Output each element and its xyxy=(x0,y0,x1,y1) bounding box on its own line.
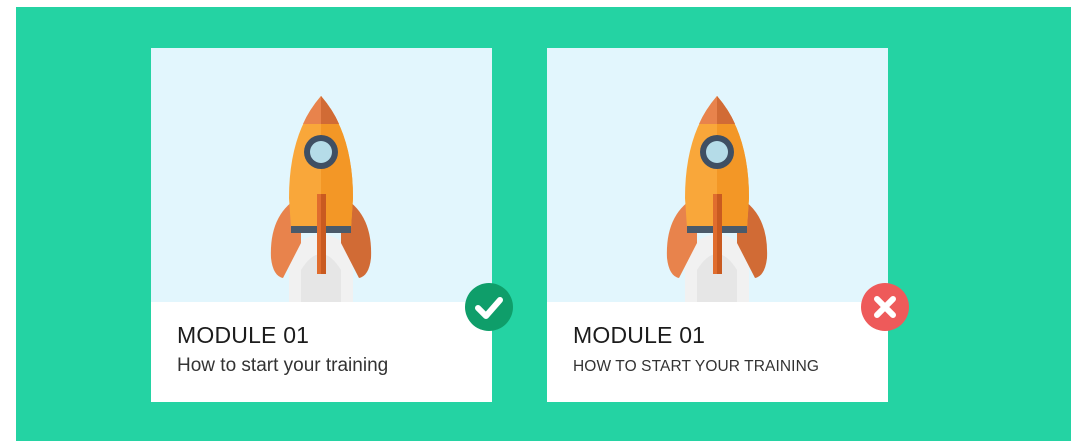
cross-icon xyxy=(874,296,896,318)
card-illustration xyxy=(151,48,492,302)
module-subtitle: HOW TO START YOUR TRAINING xyxy=(573,358,820,375)
module-title: MODULE 01 xyxy=(177,322,310,348)
rocket-icon xyxy=(270,96,372,302)
card-caption xyxy=(547,302,888,402)
card-caption xyxy=(151,302,492,402)
rocket-icon xyxy=(666,96,768,302)
checkmark-icon xyxy=(475,297,503,319)
card-illustration xyxy=(547,48,888,302)
module-card-incorrect: MODULE 01 HOW TO START YOUR TRAINING xyxy=(547,48,888,402)
correct-badge xyxy=(465,283,513,331)
module-subtitle: How to start your training xyxy=(177,355,389,376)
module-title: MODULE 01 xyxy=(573,322,706,348)
module-card-correct: MODULE 01 How to start your training xyxy=(151,48,492,402)
incorrect-badge xyxy=(861,283,909,331)
